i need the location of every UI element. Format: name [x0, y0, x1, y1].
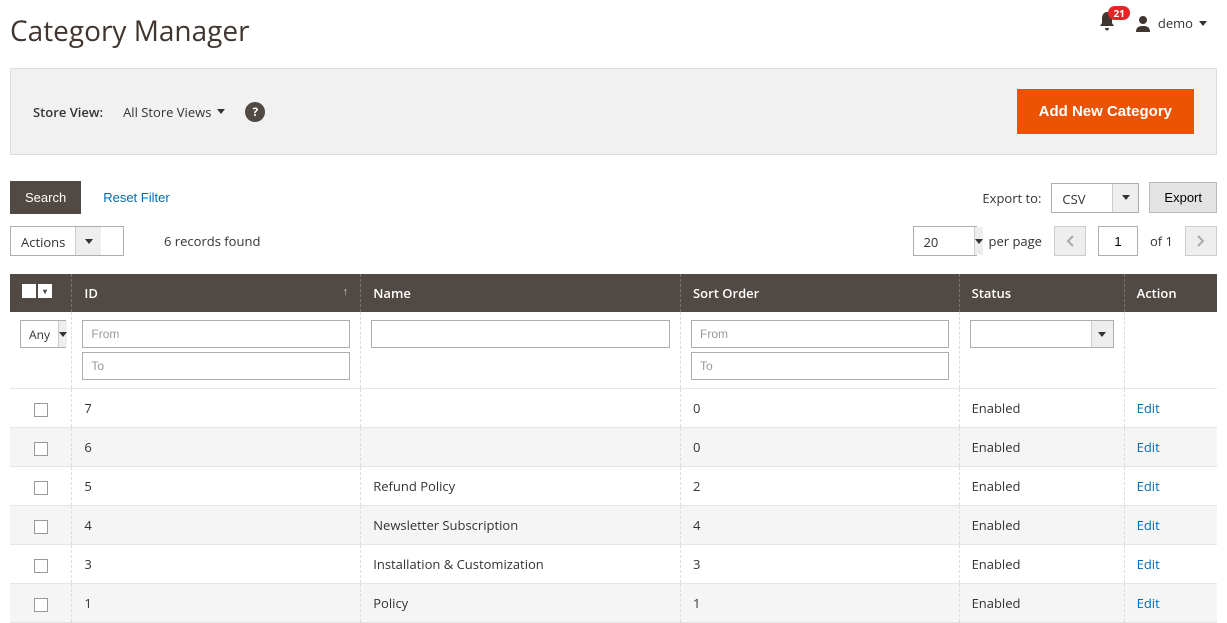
col-status[interactable]: Status: [959, 274, 1124, 312]
cell-name: [361, 428, 681, 467]
user-menu[interactable]: demo: [1134, 14, 1207, 32]
row-checkbox[interactable]: [34, 403, 48, 417]
table-row[interactable]: 6 0Enabled Edit: [10, 428, 1217, 467]
filter-id-to[interactable]: [82, 352, 350, 380]
edit-link[interactable]: Edit: [1137, 594, 1160, 612]
filter-id-from[interactable]: [82, 320, 350, 348]
edit-link[interactable]: Edit: [1137, 399, 1160, 417]
chevron-down-icon: ▾: [38, 284, 52, 298]
row-checkbox[interactable]: [34, 481, 48, 495]
filter-sort-from[interactable]: [691, 320, 949, 348]
chevron-down-icon: [58, 321, 67, 347]
row-checkbox[interactable]: [34, 520, 48, 534]
col-name[interactable]: Name: [361, 274, 681, 312]
store-view-select[interactable]: All Store Views: [123, 103, 225, 121]
cell-status: Enabled: [959, 584, 1124, 623]
prev-page-button[interactable]: [1054, 226, 1086, 256]
row-checkbox[interactable]: [34, 598, 48, 612]
cell-id: 3: [72, 545, 361, 584]
cell-name: Newsletter Subscription: [361, 506, 681, 545]
notification-count: 21: [1108, 6, 1129, 20]
cell-sort: 2: [681, 467, 960, 506]
edit-link[interactable]: Edit: [1137, 516, 1160, 534]
category-table: ▾ ID↑ Name Sort Order Status Action Any: [10, 274, 1217, 623]
cell-name: Policy: [361, 584, 681, 623]
export-format-select[interactable]: CSV: [1051, 183, 1139, 213]
table-row[interactable]: 1Policy1EnabledEdit: [10, 584, 1217, 623]
cell-status: Enabled: [959, 467, 1124, 506]
page-input[interactable]: [1098, 226, 1138, 256]
row-checkbox[interactable]: [34, 442, 48, 456]
page-title: Category Manager: [10, 12, 250, 50]
cell-id: 4: [72, 506, 361, 545]
per-page-select[interactable]: 20: [913, 226, 977, 256]
cell-sort: 4: [681, 506, 960, 545]
filter-checkbox-select[interactable]: Any: [20, 320, 66, 348]
filter-status-select[interactable]: [970, 320, 1114, 348]
row-checkbox[interactable]: [34, 559, 48, 573]
notifications-button[interactable]: 21: [1098, 12, 1120, 34]
actions-select[interactable]: Actions: [10, 226, 124, 256]
export-label: Export to:: [982, 189, 1041, 207]
store-view-label: Store View:: [33, 103, 103, 121]
per-page-label: per page: [989, 232, 1042, 250]
filter-status-value: [971, 321, 1091, 347]
cell-id: 6: [72, 428, 361, 467]
cell-id: 1: [72, 584, 361, 623]
table-row[interactable]: 4Newsletter Subscription4EnabledEdit: [10, 506, 1217, 545]
cell-sort: 3: [681, 545, 960, 584]
export-format-value: CSV: [1052, 184, 1112, 212]
add-category-button[interactable]: Add New Category: [1017, 89, 1194, 134]
chevron-down-icon: [974, 227, 983, 255]
cell-sort: 0: [681, 389, 960, 428]
cell-status: Enabled: [959, 506, 1124, 545]
user-name: demo: [1158, 14, 1193, 32]
cell-id: 7: [72, 389, 361, 428]
reset-filter-button[interactable]: Reset Filter: [103, 190, 169, 205]
filter-sort-to[interactable]: [691, 352, 949, 380]
edit-link[interactable]: Edit: [1137, 438, 1160, 456]
per-page-value: 20: [914, 227, 974, 255]
table-row[interactable]: 7 0Enabled Edit: [10, 389, 1217, 428]
chevron-down-icon: [75, 227, 101, 255]
store-view-value: All Store Views: [123, 103, 211, 121]
table-row[interactable]: 5Refund Policy2Enabled Edit: [10, 467, 1217, 506]
checkbox-icon: [22, 284, 36, 298]
chevron-right-icon: [1197, 235, 1205, 247]
cell-status: Enabled: [959, 389, 1124, 428]
chevron-down-icon: [217, 109, 225, 114]
chevron-left-icon: [1066, 235, 1074, 247]
sort-asc-icon: ↑: [343, 284, 349, 299]
edit-link[interactable]: Edit: [1137, 477, 1160, 495]
next-page-button[interactable]: [1185, 226, 1217, 256]
table-row[interactable]: 3Installation & Customization3EnabledEdi…: [10, 545, 1217, 584]
chevron-down-icon: [1091, 321, 1113, 347]
export-button[interactable]: Export: [1149, 182, 1217, 213]
cell-status: Enabled: [959, 545, 1124, 584]
filter-checkbox-value: Any: [21, 321, 58, 347]
cell-name: Installation & Customization: [361, 545, 681, 584]
chevron-down-icon: [1199, 21, 1207, 26]
chevron-down-icon: [1112, 184, 1138, 212]
records-count: 6 records found: [164, 232, 260, 250]
col-checkbox[interactable]: ▾: [10, 274, 72, 312]
col-sort[interactable]: Sort Order: [681, 274, 960, 312]
cell-sort: 1: [681, 584, 960, 623]
filter-name[interactable]: [371, 320, 670, 348]
page-of-label: of 1: [1150, 232, 1173, 250]
search-button[interactable]: Search: [10, 181, 81, 214]
edit-link[interactable]: Edit: [1137, 555, 1160, 573]
help-icon[interactable]: ?: [245, 102, 265, 122]
cell-id: 5: [72, 467, 361, 506]
col-action: Action: [1124, 274, 1217, 312]
col-id[interactable]: ID↑: [72, 274, 361, 312]
actions-value: Actions: [11, 227, 75, 255]
cell-name: [361, 389, 681, 428]
cell-name: Refund Policy: [361, 467, 681, 506]
cell-status: Enabled: [959, 428, 1124, 467]
cell-sort: 0: [681, 428, 960, 467]
user-icon: [1134, 14, 1152, 32]
